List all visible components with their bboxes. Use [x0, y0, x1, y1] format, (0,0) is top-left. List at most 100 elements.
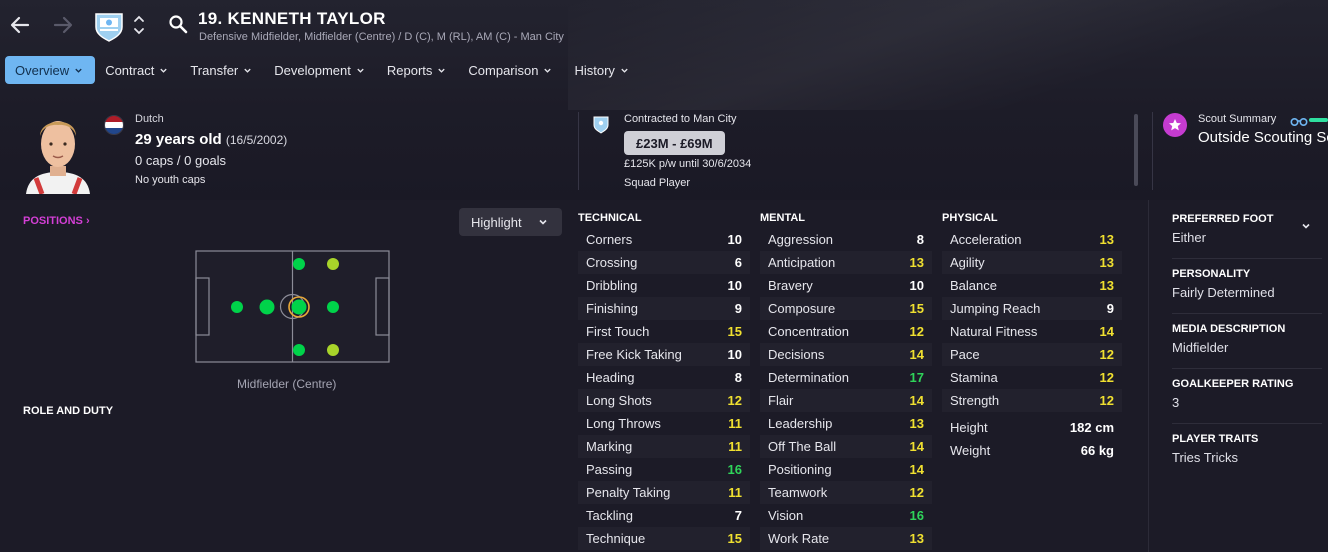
- attribute-value: 10: [727, 232, 742, 247]
- attribute-value: 11: [728, 439, 742, 454]
- attribute-row[interactable]: Technique 15: [578, 527, 750, 550]
- attribute-name: Strength: [950, 393, 1000, 408]
- attribute-name: Teamwork: [768, 485, 828, 500]
- attribute-value: 11: [728, 485, 742, 500]
- attribute-name: Concentration: [768, 324, 849, 339]
- player-traits-label: PLAYER TRAITS: [1172, 433, 1259, 445]
- search-icon[interactable]: [168, 14, 188, 34]
- youth-caps: No youth caps: [135, 174, 206, 186]
- personality-value: Fairly Determined: [1172, 285, 1275, 300]
- chevron-down-icon: [544, 68, 552, 73]
- attribute-row[interactable]: Pace 12: [942, 343, 1122, 366]
- attribute-row[interactable]: Vision 16: [760, 504, 932, 527]
- attribute-row[interactable]: Strength 12: [942, 389, 1122, 412]
- attribute-row[interactable]: Free Kick Taking 10: [578, 343, 750, 366]
- forward-arrow-icon[interactable]: [50, 12, 76, 38]
- attribute-value: 9: [734, 301, 742, 316]
- scrollbar[interactable]: [1134, 114, 1138, 186]
- attribute-row[interactable]: Concentration 12: [760, 320, 932, 343]
- chevron-down-icon: [357, 68, 364, 73]
- netherlands-flag-icon: [104, 115, 124, 135]
- attribute-row[interactable]: Positioning 14: [760, 458, 932, 481]
- attribute-row[interactable]: Off The Ball 14: [760, 435, 932, 458]
- avatar: [20, 106, 96, 195]
- tab-development[interactable]: Development: [264, 56, 377, 84]
- attribute-row[interactable]: Agility 13: [942, 251, 1122, 274]
- divider: [1172, 313, 1322, 314]
- attribute-name: Penalty Taking: [586, 485, 671, 500]
- attribute-name: Free Kick Taking: [586, 347, 682, 362]
- goalkeeper-rating-value: 3: [1172, 395, 1180, 410]
- attribute-row[interactable]: Corners 10: [578, 228, 750, 251]
- attribute-row[interactable]: Natural Fitness 14: [942, 320, 1122, 343]
- weight-label: Weight: [950, 443, 991, 458]
- club-badge-icon[interactable]: [92, 8, 126, 42]
- attribute-row[interactable]: Aggression 8: [760, 228, 932, 251]
- attribute-row[interactable]: Tackling 7: [578, 504, 750, 527]
- divider: [1172, 258, 1322, 259]
- height-row: Height 182 cm: [942, 420, 1122, 435]
- attribute-value: 15: [909, 301, 924, 316]
- attribute-row[interactable]: Marking 11: [578, 435, 750, 458]
- chevron-down-icon: [438, 68, 446, 73]
- club-switch-icon[interactable]: [132, 12, 146, 38]
- squad-status: Squad Player: [624, 177, 691, 189]
- player-traits-value[interactable]: Tries Tricks: [1172, 450, 1322, 465]
- attribute-name: Long Throws: [586, 416, 661, 431]
- attribute-name: Composure: [768, 301, 836, 316]
- positions-pitch: [195, 250, 390, 363]
- attribute-row[interactable]: Finishing 9: [578, 297, 750, 320]
- attribute-row[interactable]: Stamina 12: [942, 366, 1122, 389]
- attribute-row[interactable]: Work Rate 13: [760, 527, 932, 550]
- attribute-row[interactable]: Heading 8: [578, 366, 750, 389]
- attribute-value: 16: [909, 508, 924, 523]
- tab-transfer[interactable]: Transfer: [180, 56, 264, 84]
- attribute-value: 11: [728, 416, 742, 431]
- highlight-dropdown[interactable]: Highlight: [459, 208, 562, 236]
- media-description-value: Midfielder: [1172, 340, 1229, 355]
- attribute-row[interactable]: Flair 14: [760, 389, 932, 412]
- chevron-down-icon: [244, 68, 251, 73]
- scout-summary-value: Outside Scouting Scope: [1198, 129, 1328, 146]
- attribute-row[interactable]: Passing 16: [578, 458, 750, 481]
- attribute-row[interactable]: Acceleration 13: [942, 228, 1122, 251]
- tab-contract[interactable]: Contract: [95, 56, 180, 84]
- attribute-row[interactable]: Long Shots 12: [578, 389, 750, 412]
- highlight-label: Highlight: [471, 214, 522, 230]
- attribute-name: Anticipation: [768, 255, 836, 270]
- wage: £125K p/w until 30/6/2034: [624, 158, 752, 170]
- attribute-row[interactable]: Balance 13: [942, 274, 1122, 297]
- positions-link[interactable]: POSITIONS ›: [23, 215, 90, 227]
- attribute-row[interactable]: Crossing 6: [578, 251, 750, 274]
- attribute-value: 12: [909, 485, 924, 500]
- chevron-down-icon[interactable]: [1301, 218, 1311, 229]
- attribute-row[interactable]: Penalty Taking 11: [578, 481, 750, 504]
- attribute-row[interactable]: Jumping Reach 9: [942, 297, 1122, 320]
- weight-value: 66 kg: [1080, 443, 1114, 458]
- tab-reports[interactable]: Reports: [377, 56, 459, 84]
- attribute-name: Agility: [950, 255, 985, 270]
- attribute-row[interactable]: Composure 15: [760, 297, 932, 320]
- player-header: 19. KENNETH TAYLOR Defensive Midfielder,…: [0, 0, 1328, 200]
- attribute-name: Dribbling: [586, 278, 638, 293]
- attribute-name: Passing: [586, 462, 633, 477]
- tab-history[interactable]: History: [564, 56, 640, 84]
- attribute-name: Leadership: [768, 416, 833, 431]
- scout-progress-bar: [1309, 118, 1328, 122]
- tab-overview[interactable]: Overview: [5, 56, 96, 84]
- attribute-row[interactable]: Leadership 13: [760, 412, 932, 435]
- attribute-row[interactable]: First Touch 15: [578, 320, 750, 343]
- chevron-down-icon: [621, 68, 628, 73]
- attribute-row[interactable]: Bravery 10: [760, 274, 932, 297]
- attribute-value: 14: [909, 462, 924, 477]
- attribute-row[interactable]: Decisions 14: [760, 343, 932, 366]
- attribute-row[interactable]: Dribbling 10: [578, 274, 750, 297]
- attribute-row[interactable]: Anticipation 13: [760, 251, 932, 274]
- transfer-value[interactable]: £23M - £69M: [624, 131, 725, 155]
- attribute-row[interactable]: Long Throws 11: [578, 412, 750, 435]
- tab-comparison[interactable]: Comparison: [458, 56, 564, 84]
- attribute-value: 12: [727, 393, 742, 408]
- back-arrow-icon[interactable]: [7, 12, 33, 38]
- attribute-row[interactable]: Teamwork 12: [760, 481, 932, 504]
- attribute-row[interactable]: Determination 17: [760, 366, 932, 389]
